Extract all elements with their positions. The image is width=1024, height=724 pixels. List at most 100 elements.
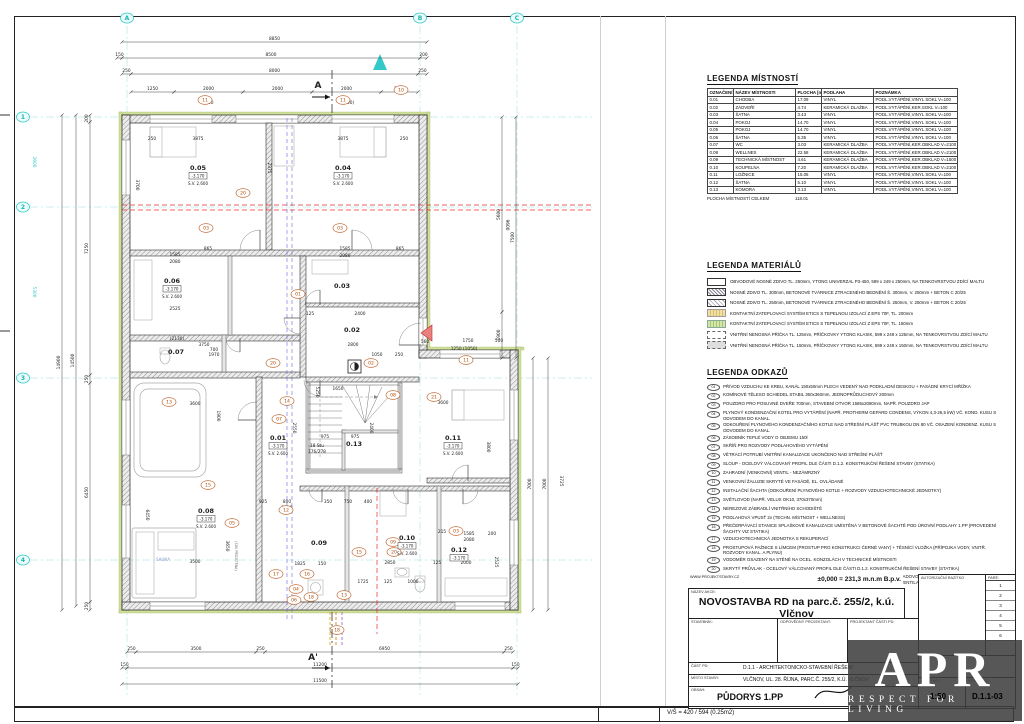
svg-text:2080: 2080 <box>170 259 181 265</box>
svg-text:05: 05 <box>229 521 235 527</box>
pare-number: 1 <box>986 581 1015 591</box>
svg-text:2000: 2000 <box>272 86 283 92</box>
reference-item: 02KOMÍNOVÉ TĚLESO SCHIEDEL STABIL 360x36… <box>707 392 1007 399</box>
reference-item: 09SLOUP - OCELOVÝ VÁLCOVANÝ PROFIL DLE Č… <box>707 461 1007 468</box>
svg-text:18: 18 <box>308 595 314 601</box>
svg-text:0.01: 0.01 <box>270 434 287 442</box>
svg-text:S.V. 2.600: S.V. 2.600 <box>188 181 208 186</box>
material-swatch-icon <box>707 309 726 317</box>
svg-text:6450: 6450 <box>84 487 90 498</box>
table-row: 0.08WELLNES22.58KERAMICKÁ DLAŽBAPODL.VYT… <box>708 149 958 157</box>
svg-text:1: 1 <box>21 114 25 121</box>
titleblock-top-row: WWW.PROJEKTSTAVBY.CZ ±0,000 = 231,3 m.n.… <box>690 574 903 588</box>
svg-text:0.10: 0.10 <box>399 534 416 542</box>
drawing-number-value: D.1.1-03 <box>972 692 1003 701</box>
svg-text:11: 11 <box>340 98 346 104</box>
svg-text:1250 (1050): 1250 (1050) <box>451 346 478 352</box>
project-name-box: NÁZEV AKCE: NOVOSTAVBA RD na parc.č. 255… <box>688 588 905 620</box>
svg-text:5600: 5600 <box>496 209 502 220</box>
reference-number-badge: 06 <box>707 435 720 442</box>
rooms-total-label: PLOCHA MÍSTNOSTÍ CELKEM <box>707 196 795 201</box>
svg-text:12: 12 <box>283 508 289 514</box>
table-row: 0.01CHODBA17.09VINYLPODL.VYTÁPĚNÍ,VINYL … <box>708 96 958 104</box>
reference-number-badge: 09 <box>707 462 720 469</box>
materials-list: OBVODOVÉ NOSNÉ ZDIVO TL. 250mm, YTONG UN… <box>707 278 992 350</box>
svg-text:21: 21 <box>431 395 437 401</box>
svg-text:20: 20 <box>270 361 276 367</box>
reference-item: 15PODLAHOVÁ VPUSŤ 2x (TECHN. MÍSTNOST + … <box>707 515 1007 522</box>
pare-list: 123456 <box>986 581 1015 641</box>
scale-value-wrap: 1:50 <box>930 692 960 701</box>
pare-number: 3 <box>986 601 1015 611</box>
svg-text:1825: 1825 <box>295 561 306 567</box>
svg-text:560: 560 <box>421 339 429 345</box>
reference-item: 13SVĚTLOVOD (NAPŘ. VELUX OK10, 370x370mm… <box>707 497 1007 504</box>
svg-text:11500: 11500 <box>313 678 327 684</box>
svg-text:14: 14 <box>284 399 290 405</box>
svg-text:18 Stu: 18 Stu <box>310 443 324 449</box>
svg-text:3600: 3600 <box>190 401 201 407</box>
reference-number-badge: 16 <box>707 524 720 531</box>
svg-text:350: 350 <box>324 499 332 505</box>
reference-item: 18PROSTUPOVÁ PAŽNICE S LÍMCEM (PROSTUP P… <box>707 545 1007 556</box>
material-swatch-icon <box>707 320 726 328</box>
svg-text:200: 200 <box>84 114 90 122</box>
svg-text:865: 865 <box>204 246 212 252</box>
svg-text:7500: 7500 <box>510 232 516 243</box>
svg-text:250: 250 <box>148 136 156 142</box>
material-swatch-icon <box>707 341 726 349</box>
svg-text:3700: 3700 <box>134 180 140 191</box>
svg-text:2: 2 <box>21 204 25 211</box>
svg-text:(SDK PŘEDSTĚNA): (SDK PŘEDSTĚNA) <box>234 541 239 570</box>
reference-item: 03POUZDRO PRO POSUVNÉ DVEŘE 700mm, STAVE… <box>707 401 1007 408</box>
svg-text:150: 150 <box>511 662 519 668</box>
svg-text:10: 10 <box>398 88 404 94</box>
svg-text:07: 07 <box>276 417 282 423</box>
material-item: OBVODOVÉ NOSNÉ ZDIVO TL. 250mm, YTONG UN… <box>707 278 992 286</box>
svg-text:0.12: 0.12 <box>451 546 467 554</box>
svg-text:0.09: 0.09 <box>311 539 328 547</box>
reference-item: 16PŘEČERPÁVACÍ STANICE SPLAŠKOVÉ KANALIZ… <box>707 523 1007 534</box>
legend-materials: LEGENDA MATERIÁLŮ OBVODOVÉ NOSNÉ ZDIVO T… <box>707 255 992 352</box>
svg-text:0.05: 0.05 <box>190 164 207 172</box>
svg-text:3875: 3875 <box>193 136 204 142</box>
svg-text:15: 15 <box>356 550 362 556</box>
svg-text:SAUNA: SAUNA <box>156 557 170 562</box>
svg-text:2080: 2080 <box>340 253 351 259</box>
svg-text:250: 250 <box>400 136 408 142</box>
svg-text:06: 06 <box>291 598 297 604</box>
reference-item: 05ODKOUŘENÍ PLYNOVÉHO KONDENZAČNÍHO KOTL… <box>707 422 1007 433</box>
svg-text:1650: 1650 <box>333 386 344 392</box>
material-swatch-icon <box>707 278 726 286</box>
svg-text:03: 03 <box>453 529 459 535</box>
strip-divider-2 <box>659 707 660 721</box>
svg-text:8000: 8000 <box>269 68 280 74</box>
svg-text:200: 200 <box>488 531 496 537</box>
svg-text:01: 01 <box>295 292 301 298</box>
table-row: 0.11LOŽNICE15.05VINYLPODL.VYTÁPĚNÍ,VINYL… <box>708 171 958 179</box>
svg-text:7250: 7250 <box>84 243 90 254</box>
pare-number: 2 <box>986 591 1015 601</box>
svg-text:3600: 3600 <box>438 400 449 406</box>
svg-text:11: 11 <box>202 98 208 104</box>
reference-number-badge: 18 <box>707 545 720 552</box>
pare-number: 5 <box>986 621 1015 631</box>
website: WWW.PROJEKTSTAVBY.CZ <box>690 575 739 579</box>
svg-text:7000: 7000 <box>542 478 548 489</box>
svg-text:2000: 2000 <box>341 86 352 92</box>
svg-text:1050: 1050 <box>372 352 383 358</box>
svg-text:1970: 1970 <box>209 352 220 358</box>
svg-text:03: 03 <box>337 226 343 232</box>
svg-text:2400: 2400 <box>355 311 366 317</box>
svg-text:08: 08 <box>390 393 396 399</box>
table-row: 0.05POKOJ14.70VINYLPODL.VYTÁPĚNÍ,VINYL S… <box>708 126 958 134</box>
reference-number-badge: 01 <box>707 384 720 391</box>
apr-logo-text: APR <box>875 646 996 694</box>
stavebnik-label: STAVEBNÍK: <box>689 619 778 624</box>
project-name: NOVOSTAVBA RD na parc.č. 255/2, k.ú. Vlč… <box>689 596 904 620</box>
reference-item: 20SKRYTÝ PRŮVLAK - OCELOVÝ VÁLCOVANÝ PRO… <box>707 566 1007 573</box>
reference-number-badge: 05 <box>707 423 720 430</box>
svg-text:865: 865 <box>396 246 404 252</box>
odpovedny-label: ODPOVĚDNÝ PROJEKTANT: <box>778 619 848 624</box>
material-item: VNITŘNÍ NENOSNÁ PŘÍČKA TL. 150mm, PŘÍČKO… <box>707 341 992 349</box>
